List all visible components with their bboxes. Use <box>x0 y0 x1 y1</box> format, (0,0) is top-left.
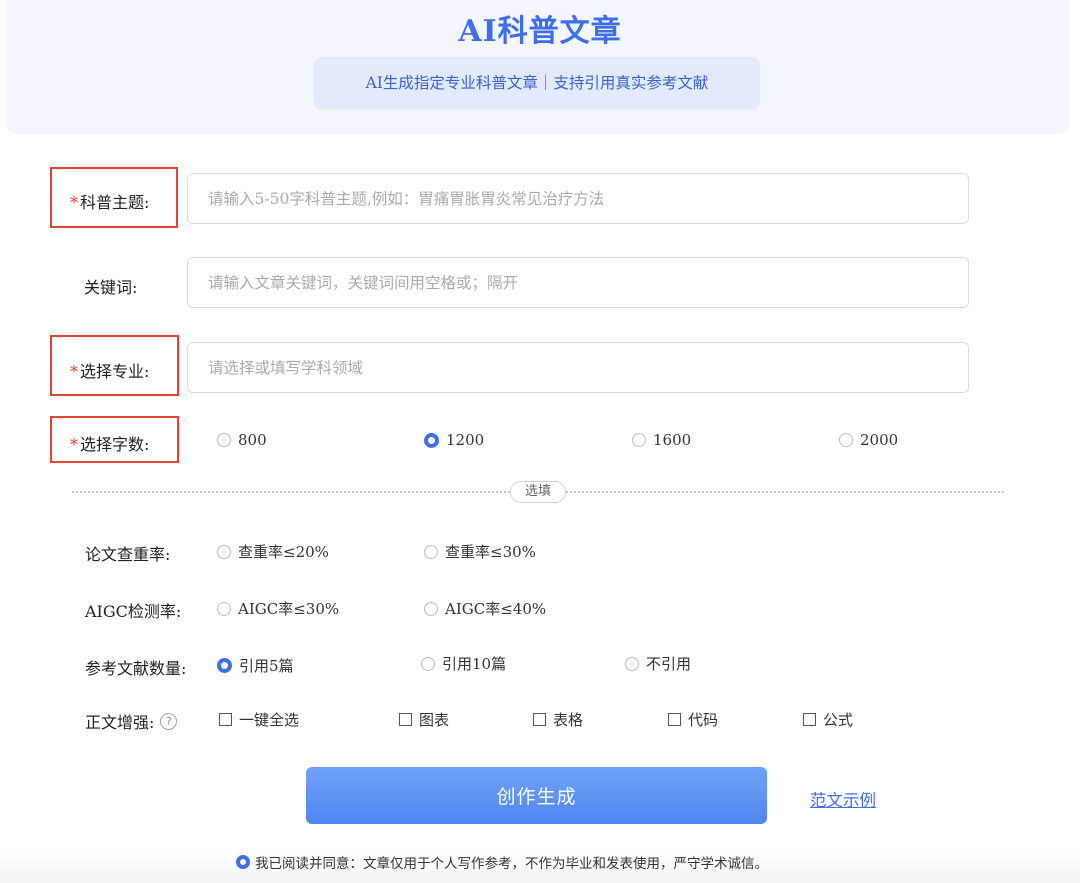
wordcount-option-2000[interactable]: 2000 <box>839 431 898 449</box>
agreement-row[interactable]: 我已阅读并同意：文章仅用于个人写作参考，不作为毕业和发表使用，严守学术诚信。 <box>236 852 768 872</box>
optional-section-tag: 选填 <box>510 481 566 503</box>
radio-icon <box>217 433 231 447</box>
radio-checked-icon <box>217 658 232 673</box>
checkbox-icon <box>803 713 816 726</box>
radio-icon <box>421 656 435 671</box>
references-option-none[interactable]: 不引用 <box>625 653 691 674</box>
wordcount-option-800[interactable]: 800 <box>217 431 267 449</box>
agreement-checked-icon[interactable] <box>236 855 250 869</box>
checkbox-icon <box>668 713 681 726</box>
keywords-input[interactable] <box>187 257 969 308</box>
checkbox-icon <box>399 713 412 726</box>
topic-label: * 科普主题: <box>70 193 150 212</box>
required-star: * <box>70 435 78 454</box>
references-option-5[interactable]: 引用5篇 <box>217 655 294 676</box>
radio-icon <box>217 544 231 559</box>
major-input[interactable] <box>187 342 969 393</box>
page-title: AI科普文章 <box>458 14 622 49</box>
required-star: * <box>70 362 78 381</box>
radio-icon <box>424 544 438 559</box>
radio-checked-icon <box>424 432 439 448</box>
topic-input[interactable] <box>187 173 969 224</box>
plagiarism-option-20[interactable]: 查重率≤20% <box>217 541 329 562</box>
checkbox-icon <box>533 713 546 726</box>
create-button[interactable]: 创作生成 <box>306 767 767 824</box>
wordcount-label: * 选择字数: <box>70 435 150 454</box>
references-option-10[interactable]: 引用10篇 <box>421 653 506 674</box>
section-divider-left <box>72 491 510 493</box>
keywords-label: 关键词: <box>84 278 138 297</box>
section-divider-right <box>566 491 1004 493</box>
question-circle-icon[interactable]: ? <box>160 712 178 730</box>
radio-icon <box>839 433 853 447</box>
enhance-option-table[interactable]: 表格 <box>533 709 583 730</box>
enhance-option-formula[interactable]: 公式 <box>803 709 853 730</box>
wordcount-option-1200[interactable]: 1200 <box>424 431 484 449</box>
enhance-label: 正文增强:? <box>85 709 178 733</box>
wordcount-option-1600[interactable]: 1600 <box>632 431 691 449</box>
page-subtitle: AI生成指定专业科普文章｜支持引用真实参考文献 <box>314 57 760 110</box>
enhance-option-chart[interactable]: 图表 <box>399 709 449 730</box>
radio-icon <box>217 601 231 616</box>
radio-icon <box>424 601 438 616</box>
aigc-label: AIGC检测率: <box>85 602 182 621</box>
required-star: * <box>70 193 78 212</box>
sample-essay-link[interactable]: 范文示例 <box>810 787 876 811</box>
checkbox-icon <box>219 713 232 726</box>
aigc-option-40[interactable]: AIGC率≤40% <box>424 598 546 619</box>
plagiarism-label: 论文查重率: <box>85 545 171 564</box>
enhance-option-code[interactable]: 代码 <box>668 709 718 730</box>
radio-icon <box>632 433 646 447</box>
radio-icon <box>625 656 639 671</box>
agreement-text: 我已阅读并同意：文章仅用于个人写作参考，不作为毕业和发表使用，严守学术诚信。 <box>255 856 768 872</box>
references-label: 参考文献数量: <box>85 659 187 678</box>
plagiarism-option-30[interactable]: 查重率≤30% <box>424 541 536 562</box>
aigc-option-30[interactable]: AIGC率≤30% <box>217 598 339 619</box>
major-label: * 选择专业: <box>70 362 150 381</box>
enhance-option-select-all[interactable]: 一键全选 <box>219 709 299 730</box>
